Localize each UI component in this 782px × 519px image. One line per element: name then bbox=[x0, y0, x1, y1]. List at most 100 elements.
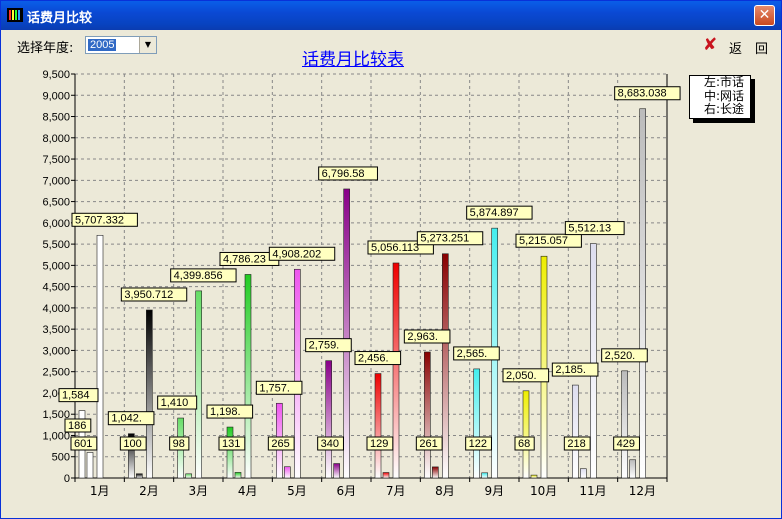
bar-right bbox=[392, 262, 400, 479]
data-label-left: 1,757. bbox=[259, 382, 290, 394]
y-tick-label: 5,500 bbox=[42, 239, 70, 251]
data-label-left: 1,410 bbox=[161, 397, 189, 409]
bar-mid bbox=[136, 473, 143, 479]
y-tick-label: 500 bbox=[52, 452, 70, 464]
y-tick-label: 0 bbox=[64, 473, 70, 485]
bar-mid bbox=[86, 452, 94, 479]
data-label-left: 2,963. bbox=[407, 331, 438, 343]
bar-left bbox=[374, 373, 382, 479]
y-tick-label: 7,500 bbox=[42, 154, 70, 166]
data-label-right: 8,683.038 bbox=[618, 88, 667, 100]
y-tick-label: 3,000 bbox=[42, 345, 70, 357]
data-label-right: 4,908.202 bbox=[272, 248, 321, 260]
bar-mid bbox=[629, 459, 636, 479]
x-tick-label: 6月 bbox=[337, 484, 357, 498]
bar-mid bbox=[185, 473, 192, 479]
bar-mid bbox=[333, 463, 340, 479]
bar-left bbox=[226, 426, 234, 479]
y-tick-label: 9,500 bbox=[42, 69, 70, 81]
x-tick-label: 8月 bbox=[435, 484, 455, 498]
bar-mid bbox=[481, 472, 488, 479]
data-label-left: 2,520. bbox=[605, 350, 636, 362]
x-tick-label: 7月 bbox=[386, 484, 406, 498]
y-tick-label: 6,000 bbox=[42, 218, 70, 230]
bar-left bbox=[572, 384, 579, 479]
data-label-left: 2,456. bbox=[358, 353, 389, 365]
data-label-mid: 100 bbox=[123, 438, 141, 450]
data-label-mid: 429 bbox=[617, 438, 635, 450]
bar-right bbox=[540, 255, 548, 479]
data-label-right: 6,796.58 bbox=[322, 168, 365, 180]
data-label-left: 2,759. bbox=[309, 340, 340, 352]
bar-left bbox=[473, 368, 480, 479]
y-tick-label: 2,500 bbox=[42, 367, 70, 379]
data-label-mid: 68 bbox=[518, 438, 530, 450]
x-tick-label: 10月 bbox=[530, 484, 557, 498]
y-tick-label: 7,000 bbox=[42, 175, 70, 187]
data-label-left-extra: 186 bbox=[68, 420, 86, 432]
bar-mid bbox=[580, 468, 587, 479]
data-label-mid: 265 bbox=[271, 438, 289, 450]
data-label-left: 2,050. bbox=[506, 370, 537, 382]
data-label-right: 4,399.856 bbox=[174, 270, 223, 282]
data-label-right: 4,786.23 bbox=[223, 253, 266, 265]
data-label-left: 1,198. bbox=[210, 406, 241, 418]
bar-left bbox=[424, 351, 431, 479]
bar-mid bbox=[284, 466, 291, 479]
data-label-mid: 129 bbox=[370, 438, 388, 450]
bar-mid bbox=[432, 466, 439, 479]
data-label-left: 1,584 bbox=[62, 390, 90, 402]
legend-item-left: 左:市话 bbox=[704, 75, 745, 89]
bar-mid bbox=[382, 472, 390, 479]
bar-right bbox=[244, 274, 252, 479]
data-label-right: 3,950.712 bbox=[124, 289, 173, 301]
data-label-right: 5,273.251 bbox=[420, 233, 469, 245]
data-label-mid: 261 bbox=[419, 438, 437, 450]
bar-mid bbox=[234, 472, 242, 479]
x-tick-label: 9月 bbox=[485, 484, 505, 498]
bar-right bbox=[294, 268, 301, 479]
x-tick-label: 5月 bbox=[287, 484, 307, 498]
bar-right bbox=[146, 309, 153, 479]
y-tick-label: 4,500 bbox=[42, 282, 70, 294]
data-label-mid: 122 bbox=[469, 438, 487, 450]
bar-right bbox=[639, 108, 646, 479]
bar-left bbox=[325, 360, 332, 479]
x-tick-label: 1月 bbox=[90, 484, 110, 498]
data-label-left: 1,042. bbox=[111, 413, 142, 425]
bar-right bbox=[195, 290, 202, 479]
legend-item-mid: 中:网话 bbox=[704, 88, 745, 103]
bar-left bbox=[522, 390, 530, 479]
data-label-right: 5,874.897 bbox=[470, 207, 519, 219]
data-label-left: 2,565. bbox=[457, 348, 488, 360]
data-label-left: 2,185. bbox=[555, 364, 586, 376]
legend: 左:市话 中:网话 右:长途 bbox=[689, 75, 751, 119]
bar-left bbox=[621, 370, 628, 479]
main-window: 话费月比较 ✕ 选择年度: 2005 ▼ ✘ 返 回 话费月比较表 0 500 1,… bbox=[0, 0, 782, 519]
x-tick-label: 11月 bbox=[579, 484, 606, 498]
x-tick-label: 2月 bbox=[139, 484, 159, 498]
data-label-right: 5,056.113 bbox=[371, 242, 419, 254]
x-tick-label: 3月 bbox=[189, 484, 209, 498]
y-tick-label: 8,000 bbox=[42, 133, 70, 145]
data-label-mid: 98 bbox=[173, 438, 185, 450]
data-label-mid: 601 bbox=[74, 438, 92, 450]
y-tick-label: 9,000 bbox=[42, 90, 70, 102]
data-label-right: 5,215.057 bbox=[519, 235, 568, 247]
y-tick-label: 3,500 bbox=[42, 324, 70, 336]
data-label-right: 5,512.13 bbox=[568, 223, 611, 235]
y-tick-label: 5,000 bbox=[42, 260, 70, 272]
y-tick-label: 4,000 bbox=[42, 303, 70, 315]
data-label-mid: 340 bbox=[321, 438, 339, 450]
legend-item-right: 右:长途 bbox=[704, 102, 745, 116]
y-tick-label: 6,500 bbox=[42, 197, 70, 209]
bar-right bbox=[343, 188, 350, 479]
bar-right bbox=[590, 243, 597, 479]
x-tick-label: 12月 bbox=[629, 484, 656, 498]
bar-right bbox=[96, 234, 104, 479]
data-label-mid: 131 bbox=[222, 438, 240, 450]
data-label-right: 5,707.332 bbox=[75, 214, 124, 226]
data-label-mid: 218 bbox=[567, 438, 585, 450]
bar-mid bbox=[530, 474, 538, 479]
y-tick-label: 8,500 bbox=[42, 112, 70, 124]
